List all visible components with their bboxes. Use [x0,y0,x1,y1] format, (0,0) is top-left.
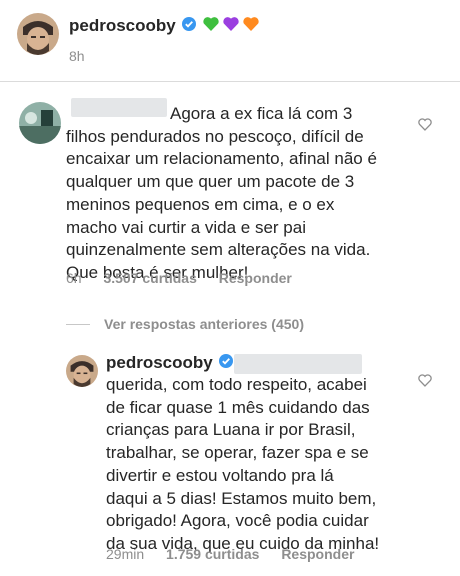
reply-avatar[interactable] [66,355,98,387]
comment-line: filhos pendurados no pescoço, difícil de [66,126,364,146]
orange-heart-icon [242,16,260,37]
comment-meta: 6h 3.507 curtidas Responder [66,270,292,286]
reply-reply-button[interactable]: Responder [281,546,354,562]
reply-text: querida, com todo respeito, acabei de fi… [106,374,379,556]
caption-header: pedroscooby [69,15,260,37]
comment-line: meninos pequenos em cima, e o ex [66,194,335,214]
reply-line: daqui a 5 dias! Estamos muito bem, [106,488,377,508]
reply-username[interactable]: pedroscooby [106,353,213,373]
caption-time: 8h [69,48,85,64]
reply-line: trabalhar, se operar, fazer spa e se [106,443,369,463]
comment-line: Agora a ex fica lá com 3 [170,104,353,123]
view-replies[interactable]: Ver respostas anteriores (450) [66,316,304,332]
divider [0,81,460,82]
avatar[interactable] [17,13,59,55]
redacted-mention [234,354,362,374]
reply-line: divertir e estou voltando pra lá [106,465,334,485]
replies-line [66,323,90,325]
verified-badge-icon [181,16,196,36]
reply-line: querida, com todo respeito, acabei [106,375,367,394]
green-heart-icon [202,16,220,37]
reply-line: de ficar quase 1 mês cuidando das [106,397,370,417]
reply-button[interactable]: Responder [219,270,292,286]
reply-like-count[interactable]: 1.759 curtidas [166,546,259,562]
reply-meta: 29min 1.759 curtidas Responder [106,546,354,562]
comment-line: encaixar um relacionamento, afinal não é [66,149,377,169]
comment-text: Agora a ex fica lá com 3 filhos pendurad… [66,103,377,285]
commenter-avatar[interactable] [19,102,61,144]
verified-badge-icon [218,353,233,373]
reply-line: obrigado! Agora, você podia cuidar [106,511,369,531]
view-replies-label[interactable]: Ver respostas anteriores (450) [104,316,304,332]
reply-like-heart-icon[interactable] [418,374,432,392]
like-count[interactable]: 3.507 curtidas [103,270,196,286]
purple-heart-icon [222,16,240,37]
like-heart-icon[interactable] [418,118,432,136]
username[interactable]: pedroscooby [69,16,176,36]
comment-time: 6h [66,270,82,286]
reply-line: crianças para Luana ir por Brasil, [106,420,356,440]
comment-line: qualquer um que quer um pacote de 3 [66,172,355,192]
reply-header: pedroscooby [106,351,233,375]
comment-line: quinzenalmente sem alterações na vida. [66,240,371,260]
reply-time: 29min [106,546,145,562]
comment-line: macho vai curtir a vida e ser pai [66,217,306,237]
